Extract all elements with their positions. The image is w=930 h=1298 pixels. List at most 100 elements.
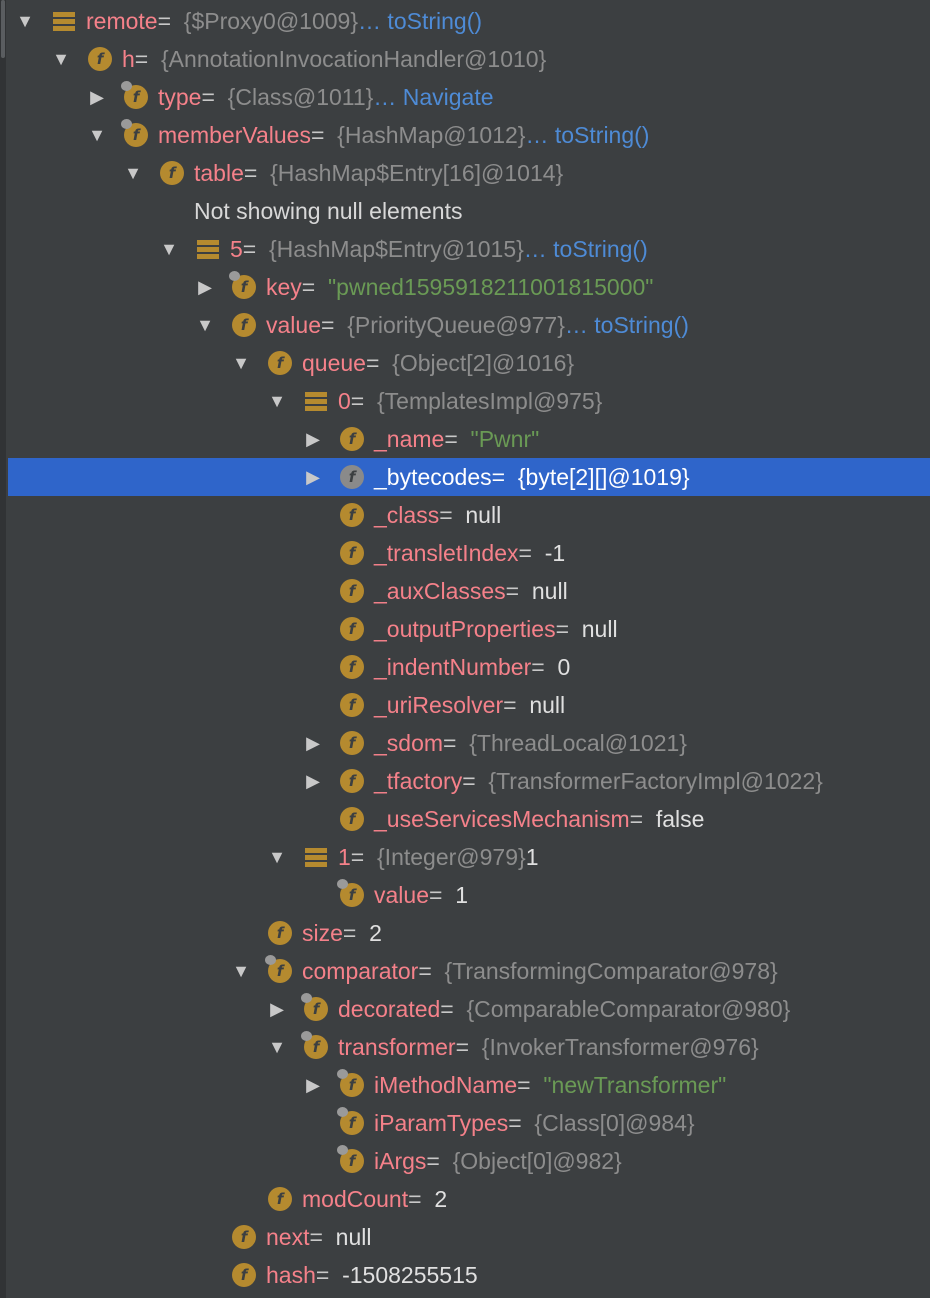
tree-row[interactable]: remote = {$Proxy0@1009} … toString() [0,2,930,40]
equals-sign: = [426,1148,440,1174]
collapsed-arrow-icon[interactable] [304,458,322,496]
tree-row[interactable]: f decorated = {ComparableComparator@980} [0,990,930,1028]
tree-row[interactable]: f hash = -1508255515 [0,1256,930,1294]
equals-sign: = [320,312,335,338]
info-label: Not showing null elements [194,198,463,224]
tree-row[interactable]: f iParamTypes = {Class[0]@984} [0,1104,930,1142]
expanded-arrow-icon[interactable] [16,2,34,40]
collapsed-arrow-icon[interactable] [196,268,214,306]
collapsed-arrow-icon[interactable] [304,762,322,800]
variable-name: _tfactory [374,768,463,794]
variable-name: _uriResolver [374,692,504,718]
tree-row[interactable]: f _tfactory = {TransformerFactoryImpl@102… [0,762,930,800]
variable-value: 2 [434,1186,448,1212]
equals-sign: = [350,844,365,870]
expanded-arrow-icon[interactable] [124,154,142,192]
tree-row[interactable]: 0 = {TemplatesImpl@975} [0,382,930,420]
expanded-arrow-icon[interactable] [232,952,250,990]
variable-name: memberValues [158,122,311,148]
action-link[interactable]: … toString() [525,116,649,154]
tree-row[interactable]: f _auxClasses = null [0,572,930,610]
tree-row[interactable]: fkey = "pwned1595918211001815000" [0,268,930,306]
field-icon: f [232,1225,256,1249]
variable-name: _auxClasses [374,578,506,604]
variable-name: type [158,84,202,110]
field-icon: f [232,1263,256,1287]
field-icon: f [340,427,364,451]
tree-row[interactable]: f size = 2 [0,914,930,952]
tree-row[interactable]: f iArgs = {Object[0]@982} [0,1142,930,1180]
tree-row[interactable]: f transformer = {InvokerTransformer@976} [0,1028,930,1066]
variable-name: size [302,920,343,946]
collapsed-arrow-icon[interactable] [88,78,106,116]
tree-row[interactable]: f _outputProperties = null [0,610,930,648]
field-icon: f [268,921,292,945]
field-icon: f [268,351,292,375]
variable-value: -1508255515 [342,1262,478,1288]
tree-row[interactable]: f modCount = 2 [0,1180,930,1218]
equals-sign: = [444,426,458,452]
expanded-arrow-icon[interactable] [160,230,178,268]
action-link[interactable]: … toString() [565,306,689,344]
array-element-icon [52,9,76,33]
tree-row[interactable]: f comparator = {TransformingComparator@97… [0,952,930,990]
equals-sign: = [408,1186,422,1212]
tree-row[interactable]: 5 = {HashMap$Entry@1015} … toString() [0,230,930,268]
tree-row[interactable]: f next = null [0,1218,930,1256]
tree-row[interactable]: f value = 1 [0,876,930,914]
variable-name: next [266,1224,310,1250]
tree-row-selected[interactable]: f _bytecodes = {byte[2][]@1019} [8,458,930,496]
expanded-arrow-icon[interactable] [196,306,214,344]
variable-name: table [194,160,244,186]
equals-sign: = [157,8,172,34]
tree-row[interactable]: fh = {AnnotationInvocationHandler@1010} [0,40,930,78]
action-link[interactable]: … toString() [358,2,482,40]
collapsed-arrow-icon[interactable] [268,990,286,1028]
variable-name: _sdom [374,730,444,756]
variable-name: value [374,882,429,908]
tree-row[interactable]: f memberValues = {HashMap@1012} … toStrin… [0,116,930,154]
tree-row[interactable]: 1 = {Integer@979} 1 [0,838,930,876]
tree-row[interactable]: f _sdom = {ThreadLocal@1021} [0,724,930,762]
final-field-icon: f [301,1031,328,1059]
tree-row[interactable]: f _uriResolver = null [0,686,930,724]
field-icon: f [340,807,364,831]
variable-value: 1 [525,844,539,870]
variable-name: comparator [302,958,419,984]
collapsed-arrow-icon[interactable] [304,420,322,458]
variable-type: {PriorityQueue@977} [347,312,565,338]
tree-row[interactable]: Not showing null elements [0,192,930,230]
equals-sign: = [491,464,506,490]
tree-row[interactable]: f _class = null [0,496,930,534]
tree-row[interactable]: ftype = {Class@1011} … Navigate [0,78,930,116]
tree-row[interactable]: f _transletIndex = -1 [0,534,930,572]
expanded-arrow-icon[interactable] [232,344,250,382]
tree-row[interactable]: f _indentNumber = 0 [0,648,930,686]
variable-type: {TransformerFactoryImpl@1022} [488,768,823,794]
tree-row[interactable]: f iMethodName = "newTransformer" [0,1066,930,1104]
final-field-icon: f [121,81,148,109]
equals-sign: = [428,882,443,908]
variable-type: {ComparableComparator@980} [466,996,791,1022]
expanded-arrow-icon[interactable] [268,1028,286,1066]
action-link[interactable]: … toString() [524,230,648,268]
action-link[interactable]: … Navigate [373,78,493,116]
equals-sign: = [455,1034,470,1060]
final-field-icon: f [337,1069,364,1097]
variable-value: -1 [544,540,566,566]
tree-row[interactable]: fqueue = {Object[2]@1016} [0,344,930,382]
tree-row[interactable]: fvalue = {PriorityQueue@977} … toString(… [0,306,930,344]
collapsed-arrow-icon[interactable] [304,724,322,762]
tree-row[interactable]: f _name = "Pwnr" [0,420,930,458]
expanded-arrow-icon[interactable] [268,838,286,876]
tree-row[interactable]: f _useServicesMechanism = false [0,800,930,838]
expanded-arrow-icon[interactable] [52,40,70,78]
equals-sign: = [629,806,644,832]
expanded-arrow-icon[interactable] [88,116,106,154]
tree-row[interactable]: ftable = {HashMap$Entry[16]@1014} [0,154,930,192]
equals-sign: = [518,540,532,566]
variable-name: _transletIndex [374,540,519,566]
expanded-arrow-icon[interactable] [268,382,286,420]
collapsed-arrow-icon[interactable] [304,1066,322,1104]
equals-sign: = [462,768,476,794]
